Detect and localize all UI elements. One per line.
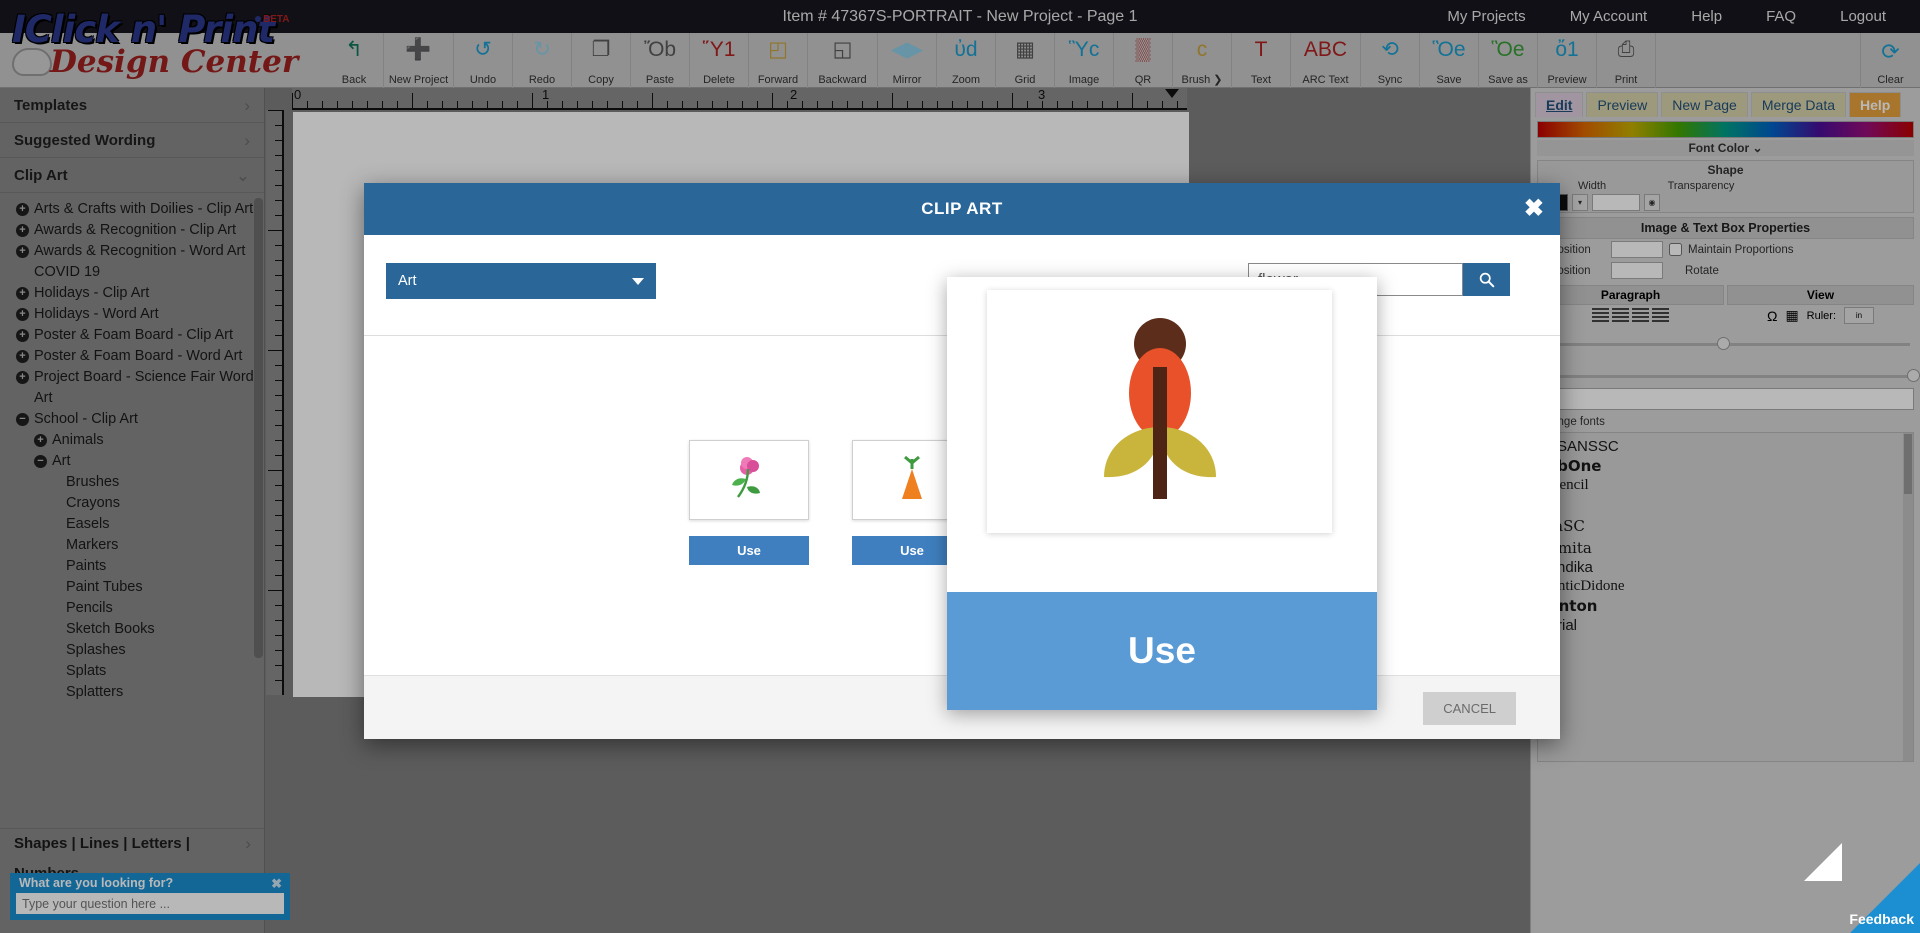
chevron-down-icon	[632, 278, 644, 285]
modal-header: CLIP ART ✖	[364, 183, 1560, 235]
search-icon	[1478, 271, 1495, 288]
search-button[interactable]	[1463, 263, 1510, 296]
use-button-1[interactable]: Use	[689, 536, 809, 565]
close-icon[interactable]: ✖	[1524, 183, 1544, 235]
orange-flower-clipart-icon	[1060, 307, 1260, 517]
preview-use-button[interactable]: Use	[947, 592, 1377, 710]
feedback-corner[interactable]: Feedback	[1790, 818, 1920, 933]
cancel-button[interactable]: CANCEL	[1423, 692, 1516, 725]
category-select-value: Art	[398, 273, 417, 289]
preview-image-frame	[987, 290, 1332, 533]
modal-title: CLIP ART	[364, 183, 1560, 235]
feedback-label: Feedback	[1849, 911, 1914, 927]
clip-art-result-1: Use	[689, 440, 809, 565]
category-select[interactable]: Art	[386, 263, 656, 299]
clip-art-preview-popup: Use	[947, 277, 1377, 710]
pink-tulip-clipart-icon[interactable]	[689, 440, 809, 520]
page-fold-icon	[1804, 843, 1842, 881]
